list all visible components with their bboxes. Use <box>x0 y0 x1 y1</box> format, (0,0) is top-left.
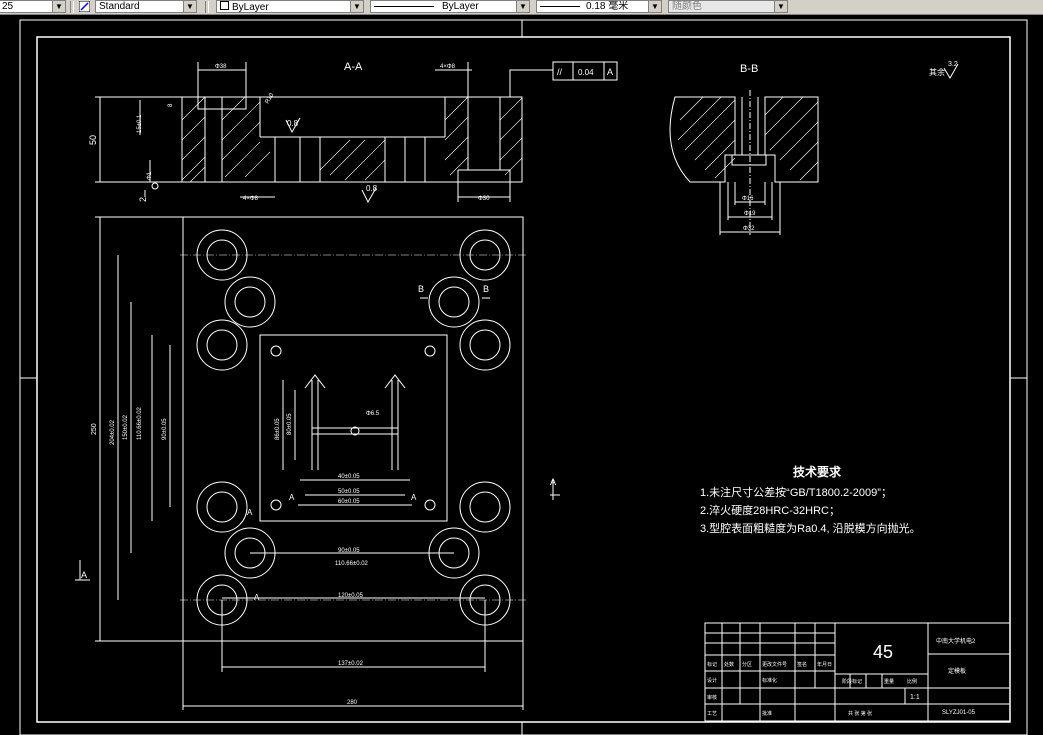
title-cell: 审核 <box>707 694 717 701</box>
section-mark: A <box>81 570 87 580</box>
section-mark: A <box>411 493 417 502</box>
dim-text: 80±0.05 <box>287 413 293 435</box>
tech-req-item: 3.型腔表面粗糙度为Ra0.4, 沿脱模方向抛光。 <box>700 521 921 535</box>
section-mark: A <box>247 508 253 517</box>
dim-text: Φ6.5 <box>366 411 380 417</box>
dim-text: R10 <box>265 92 276 105</box>
dim-text: 110.66±0.02 <box>335 561 369 567</box>
section-aa-label: A-A <box>344 61 363 73</box>
dim-text: 250 <box>91 423 98 435</box>
title-cell: 处数 <box>724 661 734 668</box>
title-cell: 标记 <box>707 661 717 668</box>
dim-text: 4×Φ8 <box>243 196 259 202</box>
drawing-canvas[interactable]: A-A Φ38 4×Φ8 50 2 4×Φ8 Φ30 0.8 0.8 R10 1… <box>0 15 1043 735</box>
lineweight-combo[interactable]: 0.18 毫米 ▼ <box>536 0 662 13</box>
title-cell: 批准 <box>762 710 772 717</box>
dim-text: 110.66±0.02 <box>137 406 143 440</box>
roughness-note-prefix: 其余 <box>929 67 945 77</box>
title-cell: 重量 <box>884 678 894 685</box>
dim-style-combo[interactable]: Standard ▼ <box>95 0 197 13</box>
chevron-down-icon[interactable]: ▼ <box>648 1 661 12</box>
dim-text: 50±0.05 <box>338 489 360 495</box>
section-mark: A <box>550 477 556 487</box>
title-cell: 更改文件号 <box>762 661 787 668</box>
title-cell: 签名 <box>797 661 807 668</box>
roughness-text: 0.8 <box>366 184 378 193</box>
tolerance-symbol: // <box>557 67 563 77</box>
line-sample-icon <box>540 5 580 7</box>
dim-text: Φ16 <box>742 196 754 202</box>
dim-text: 150±0.02 <box>123 414 129 440</box>
tech-req-title: 技术要求 <box>793 464 842 479</box>
title-block-labels: 标记 处数 分区 更改文件号 签名 年月日 设计 标准化 阶段标记 重量 比例 … <box>707 661 917 717</box>
dim-text: 4×Φ8 <box>440 64 456 70</box>
text-style-value: 25 <box>2 1 14 12</box>
roughness-text: 0.8 <box>287 119 299 128</box>
section-mark: A <box>254 593 260 602</box>
line-sample-icon <box>374 5 434 7</box>
properties-toolbar: 25 ▼ Standard ▼ ByLayer ▼ ByLayer ▼ 0.18 毫米 ▼… <box>0 0 1043 15</box>
tech-req-item: 2.淬火硬度28HRC-32HRC； <box>700 503 840 517</box>
dim-text: 2 <box>138 197 148 202</box>
chevron-down-icon[interactable]: ▼ <box>774 1 787 12</box>
dim-text: 86±0.05 <box>275 418 281 440</box>
dim-text: 8 <box>168 103 174 107</box>
tech-req-item: 1.未注尺寸公差按“GB/T1800.2-2009”； <box>700 485 892 499</box>
title-cell: 工艺 <box>707 711 717 717</box>
text-style-combo[interactable]: 25 ▼ <box>0 0 66 13</box>
chevron-down-icon[interactable]: ▼ <box>52 1 65 12</box>
dim-text: Φ32 <box>743 226 755 232</box>
dim-text: Φ38 <box>215 64 227 70</box>
dim-text: 90±0.05 <box>162 418 168 440</box>
title-material: 45 <box>873 642 893 662</box>
toolbar-separator <box>70 1 74 13</box>
dimstyle-icon <box>79 1 90 12</box>
dim-text: 204±0.02 <box>110 419 116 445</box>
section-aa-view <box>95 62 553 204</box>
layer-combo[interactable]: ByLayer ▼ <box>216 0 364 13</box>
dim-text: 90±0.05 <box>338 548 360 554</box>
section-mark: B <box>418 284 424 294</box>
dim-text: 137±0.02 <box>338 661 364 667</box>
dim-text: Φ30 <box>478 196 490 202</box>
title-cell: 阶段标记 <box>842 678 862 685</box>
title-scale: 1:1 <box>910 694 920 701</box>
section-mark: B <box>483 284 489 294</box>
plotstyle-combo[interactable]: 随颜色 ▼ <box>668 0 788 13</box>
tolerance-value: 0.04 <box>578 68 594 77</box>
toolbar-separator <box>205 1 209 13</box>
title-sheet: 共 张 第 张 <box>848 710 872 717</box>
section-bb-label: B-B <box>740 63 758 75</box>
dim-text: Φ1 <box>147 171 153 180</box>
lineweight-value: 0.18 毫米 <box>586 1 629 12</box>
title-cell: 年月日 <box>817 661 832 668</box>
color-swatch-icon <box>220 1 229 10</box>
plotstyle-value: 随颜色 <box>672 1 702 12</box>
dim-text: Φ19 <box>744 211 756 217</box>
title-drawing-no: SLYZJ01-05 <box>942 710 976 716</box>
linetype-combo[interactable]: ByLayer ▼ <box>370 0 530 13</box>
chevron-down-icon[interactable]: ▼ <box>350 1 363 12</box>
dim-text: 40±0.05 <box>338 474 360 480</box>
dim-text: 60±0.05 <box>338 499 360 505</box>
chevron-down-icon[interactable]: ▼ <box>183 1 196 12</box>
hatch-pattern <box>181 96 523 183</box>
title-part-name: 定模板 <box>948 667 966 675</box>
dim-text: 280 <box>347 700 358 706</box>
title-school: 中南大学机电2 <box>936 637 976 645</box>
section-mark: A <box>289 493 295 502</box>
dim-text: 50 <box>88 135 98 145</box>
title-cell: 设计 <box>707 677 717 684</box>
dim-text: 120±0.05 <box>338 593 364 599</box>
title-cell: 分区 <box>742 661 752 668</box>
roughness-note-value: 3.2 <box>948 61 958 68</box>
linetype-value: ByLayer <box>442 1 479 12</box>
dim-text: 15±0.1 <box>137 114 143 133</box>
tolerance-datum: A <box>607 67 613 77</box>
title-cell: 比例 <box>907 678 917 685</box>
dim-style-value: Standard <box>99 1 140 12</box>
chevron-down-icon[interactable]: ▼ <box>516 1 529 12</box>
title-cell: 标准化 <box>762 677 777 684</box>
layer-value: ByLayer <box>232 2 269 13</box>
